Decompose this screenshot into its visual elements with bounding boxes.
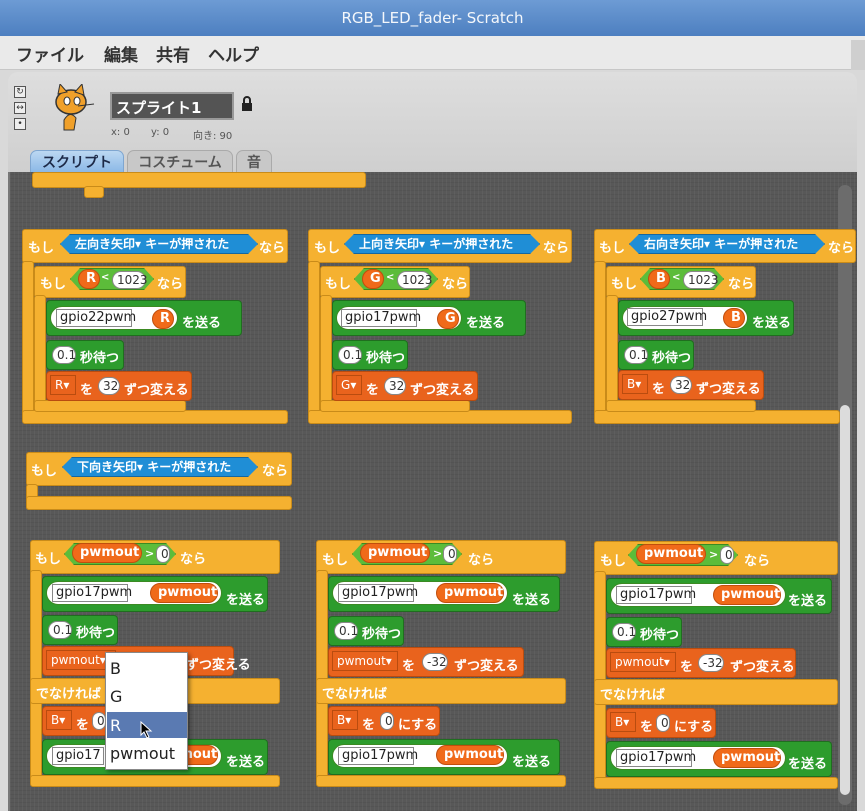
sprite-cat-thumbnail[interactable] (48, 84, 98, 134)
window-title: RGB_LED_fader- Scratch (0, 0, 865, 36)
dropdown-item-pwmout[interactable]: pwmout (107, 740, 187, 766)
sprite-name-field[interactable]: スプライト1 (110, 92, 234, 120)
menu-edit[interactable]: 編集 (104, 41, 138, 66)
scratch-window: RGB_LED_fader- Scratch ファイル 編集 共有 ヘルプ ↻ … (0, 0, 865, 811)
tab-scripts[interactable]: スクリプト (30, 150, 124, 174)
sprite-direction: 向き: 90 (193, 131, 233, 142)
menu-share[interactable]: 共有 (156, 41, 190, 66)
dropdown-item-b[interactable]: B (107, 655, 187, 681)
menu-file[interactable]: ファイル (16, 41, 84, 66)
variable-dropdown-menu[interactable]: B G R pwmout (105, 652, 188, 770)
menu-help[interactable]: ヘルプ (208, 41, 259, 66)
sprite-x: x: 0 (111, 127, 130, 138)
offscreen-block-tab[interactable] (84, 186, 104, 198)
left-right-flip-icon[interactable]: ↔ (14, 102, 26, 114)
offscreen-block-bottom[interactable] (32, 172, 366, 188)
if-label: もし (28, 241, 55, 256)
mouse-cursor-icon (140, 721, 153, 739)
key-pressed-left-sensor[interactable]: 左向き矢印▾ キーが押された (60, 234, 258, 254)
tab-sounds[interactable]: 音 (236, 150, 272, 174)
dont-rotate-icon[interactable]: • (14, 118, 26, 130)
key-pressed-right-sensor[interactable]: 右向き矢印▾ キーが押された (629, 234, 825, 254)
sprite-y: y: 0 (151, 127, 170, 138)
then-label: なら (259, 241, 286, 256)
key-pressed-down-sensor[interactable]: 下向き矢印▾ キーが押された (62, 457, 258, 477)
window-edge-scrollbar[interactable] (851, 40, 865, 70)
key-pressed-up-sensor[interactable]: 上向き矢印▾ キーが押された (344, 234, 540, 254)
var-r[interactable]: R (78, 269, 100, 289)
rotate-all-around-icon[interactable]: ↻ (14, 86, 26, 98)
menu-bar: ファイル 編集 共有 ヘルプ (0, 36, 865, 70)
tab-costumes[interactable]: コスチューム (127, 150, 233, 174)
dropdown-item-g[interactable]: G (107, 683, 187, 709)
scrollbar-thumb[interactable] (840, 405, 850, 795)
lock-icon[interactable] (241, 96, 253, 112)
